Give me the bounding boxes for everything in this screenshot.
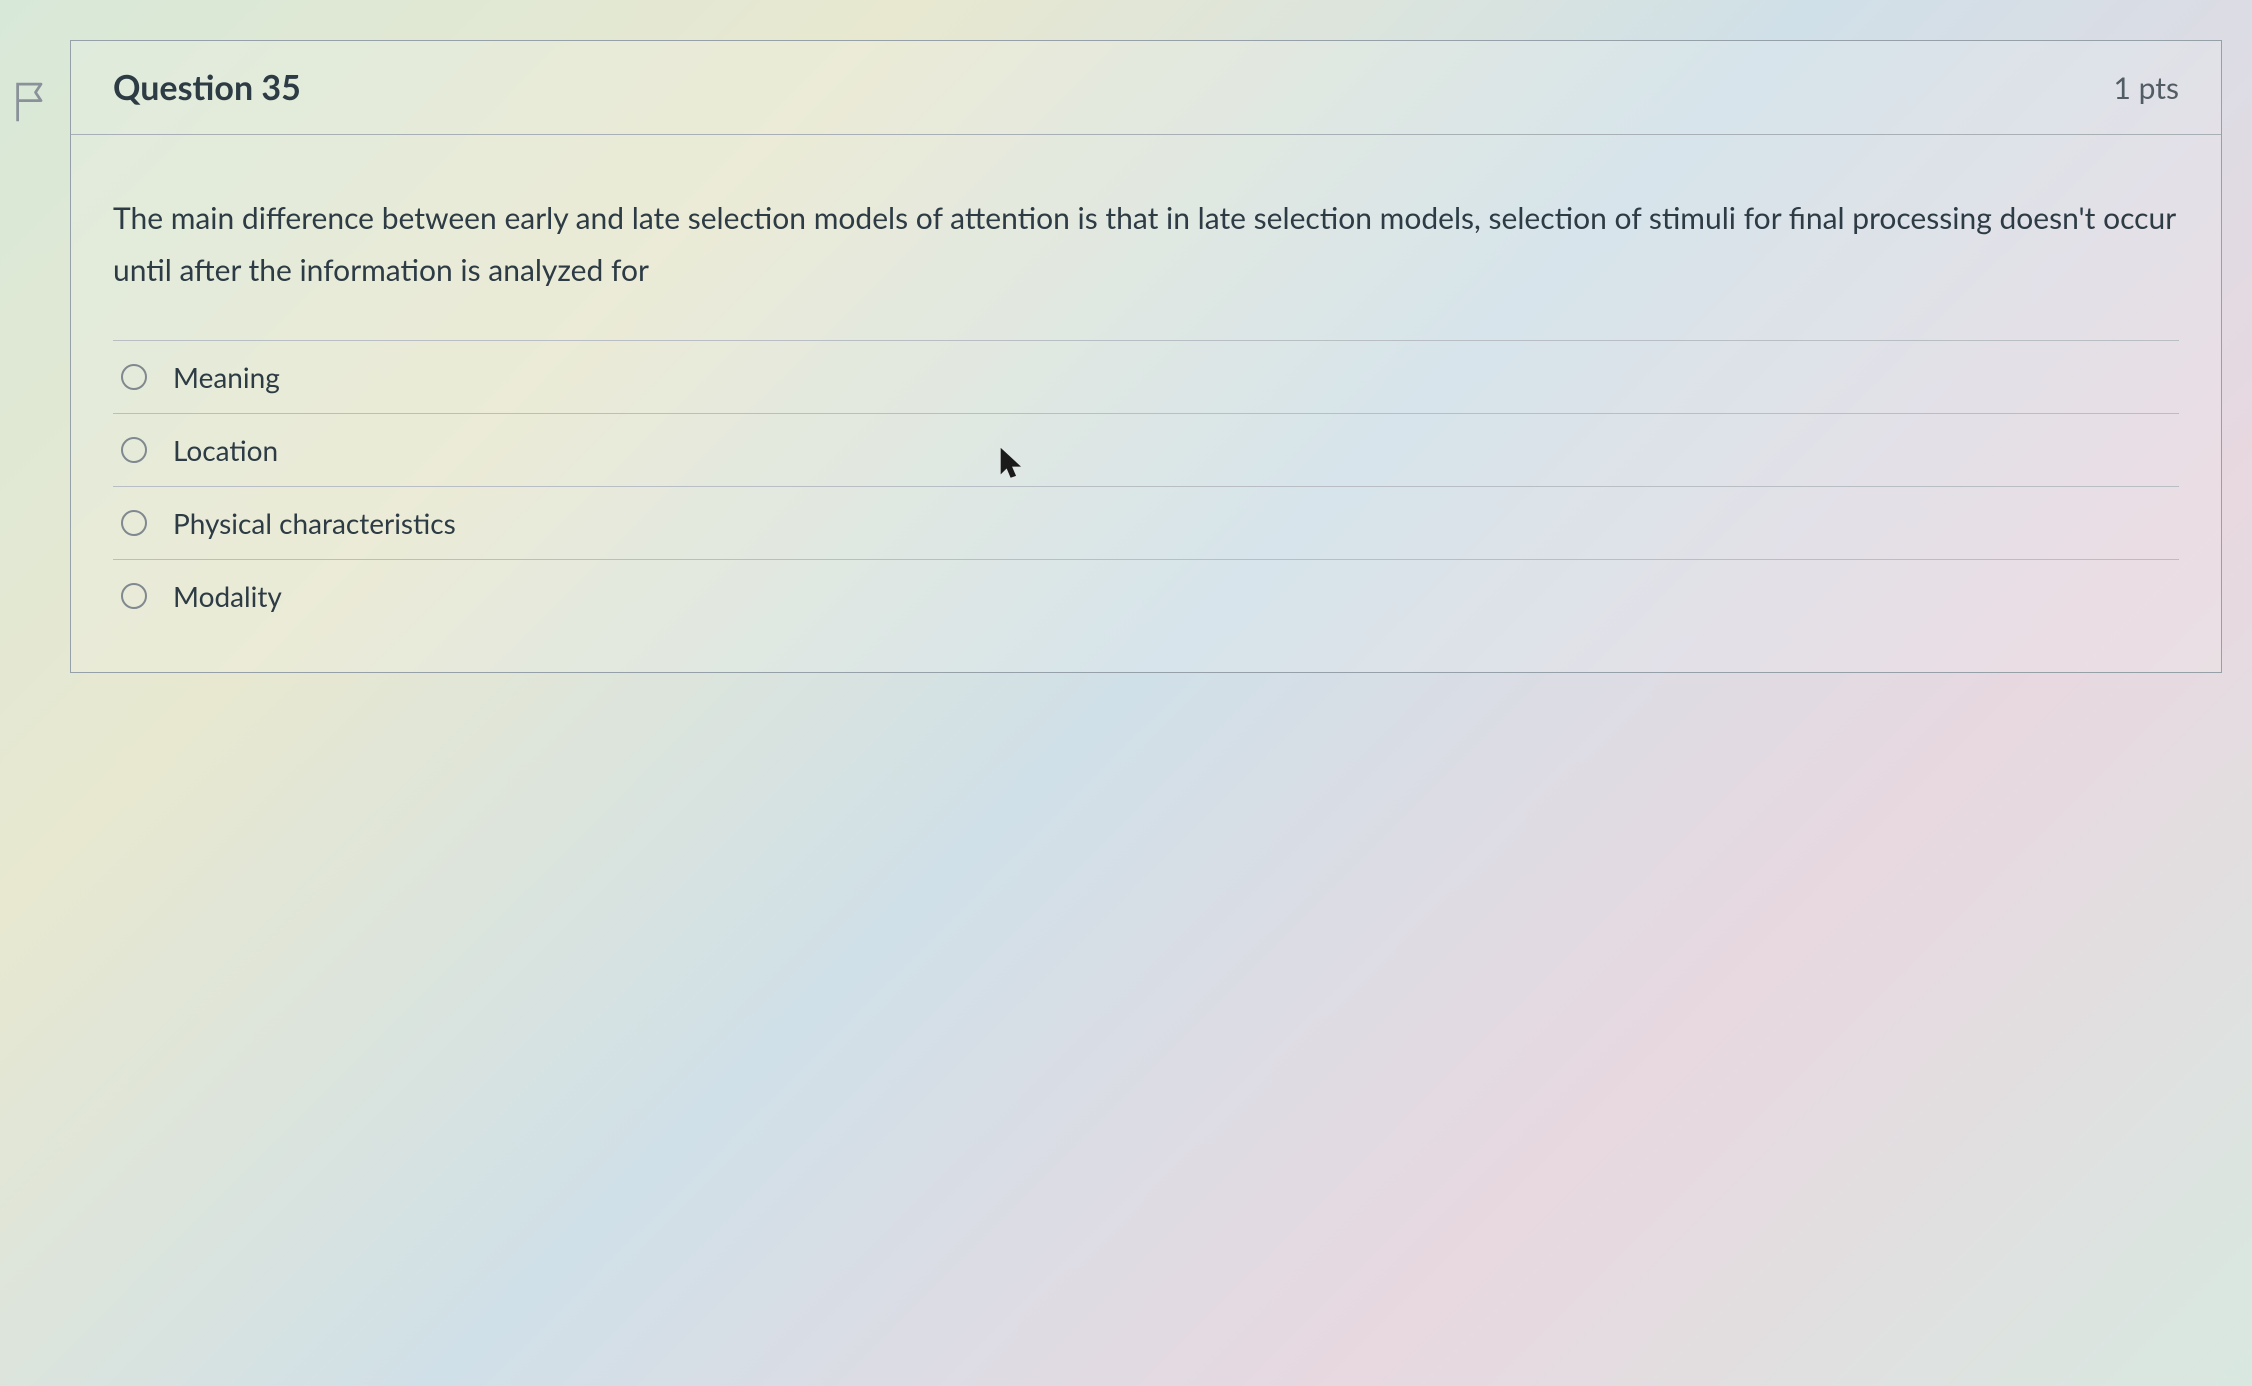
question-points: 1 pts — [2114, 70, 2179, 106]
radio-modality[interactable] — [121, 583, 147, 609]
answer-option-location[interactable]: Location — [113, 413, 2179, 486]
question-body: The main difference between early and la… — [71, 135, 2221, 672]
radio-meaning[interactable] — [121, 364, 147, 390]
radio-location[interactable] — [121, 437, 147, 463]
answer-label: Modality — [173, 579, 282, 613]
answer-option-modality[interactable]: Modality — [113, 559, 2179, 632]
question-title: Question 35 — [113, 67, 301, 108]
answer-option-physical-characteristics[interactable]: Physical characteristics — [113, 486, 2179, 559]
question-prompt: The main difference between early and la… — [113, 193, 2179, 296]
radio-physical-characteristics[interactable] — [121, 510, 147, 536]
answer-option-meaning[interactable]: Meaning — [113, 340, 2179, 413]
question-card: Question 35 1 pts The main difference be… — [70, 40, 2222, 673]
answer-label: Location — [173, 433, 278, 467]
question-header: Question 35 1 pts — [71, 41, 2221, 135]
answer-label: Physical characteristics — [173, 506, 456, 540]
flag-icon[interactable] — [10, 78, 50, 126]
answer-label: Meaning — [173, 360, 280, 394]
